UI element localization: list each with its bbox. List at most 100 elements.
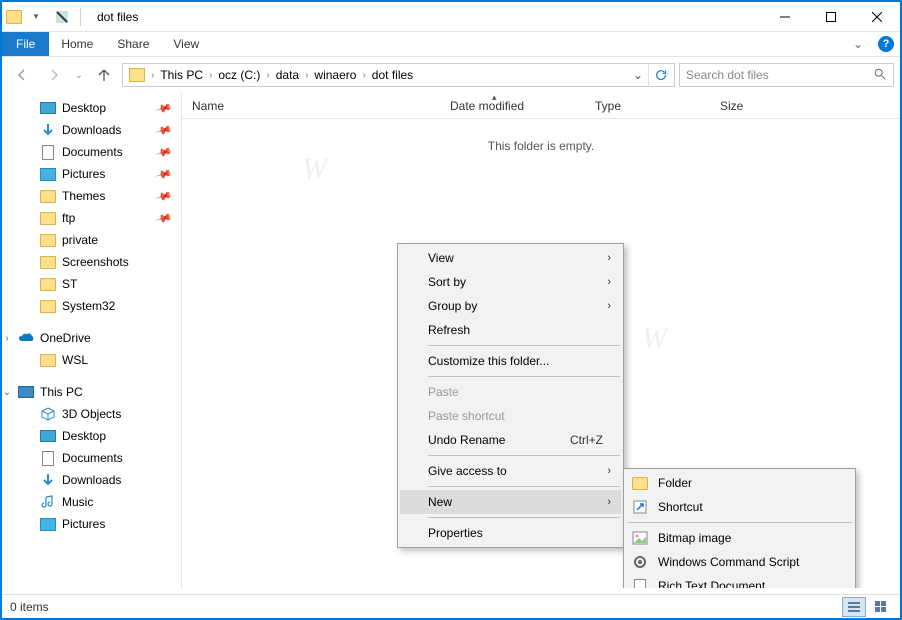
ctx-new[interactable]: New› bbox=[400, 490, 621, 514]
sidebar-item-pictures[interactable]: Pictures📌 bbox=[2, 163, 181, 185]
new-folder[interactable]: Folder bbox=[626, 471, 853, 495]
recent-dropdown[interactable]: ⌄ bbox=[72, 62, 86, 88]
ribbon-expand-icon[interactable]: ⌄ bbox=[844, 32, 872, 56]
address-dropdown[interactable]: ⌄ bbox=[628, 68, 648, 82]
chevron-right-icon[interactable]: › bbox=[360, 70, 367, 81]
pc-icon bbox=[18, 384, 34, 400]
back-button[interactable] bbox=[8, 62, 36, 88]
sidebar-item-3d-objects[interactable]: 3D Objects bbox=[2, 403, 181, 425]
column-type[interactable]: Type bbox=[585, 99, 710, 113]
ctx-customize[interactable]: Customize this folder... bbox=[400, 349, 621, 373]
item-count: 0 items bbox=[10, 600, 49, 614]
address-bar[interactable]: › This PC › ocz (C:) › data › winaero › … bbox=[122, 63, 675, 87]
column-size[interactable]: Size bbox=[710, 99, 810, 113]
sidebar-item-downloads[interactable]: Downloads📌 bbox=[2, 119, 181, 141]
sidebar-item-desktop[interactable]: Desktop📌 bbox=[2, 97, 181, 119]
chevron-right-icon[interactable]: › bbox=[207, 70, 214, 81]
sidebar-item-pictures[interactable]: Pictures bbox=[2, 513, 181, 535]
minimize-button[interactable] bbox=[762, 2, 808, 32]
chevron-down-icon[interactable]: ⌄ bbox=[2, 387, 12, 398]
sidebar-item-screenshots[interactable]: Screenshots bbox=[2, 251, 181, 273]
chevron-right-icon[interactable]: › bbox=[264, 70, 271, 81]
sidebar-item-private[interactable]: private bbox=[2, 229, 181, 251]
ctx-group-by[interactable]: Group by› bbox=[400, 294, 621, 318]
details-view-button[interactable] bbox=[842, 597, 866, 617]
new-rtf[interactable]: Rich Text Document bbox=[626, 574, 853, 588]
ctx-refresh[interactable]: Refresh bbox=[400, 318, 621, 342]
sidebar-this-pc[interactable]: ⌄This PC bbox=[2, 381, 181, 403]
qat-overflow[interactable]: ▾ bbox=[24, 6, 48, 28]
sidebar-item-ftp[interactable]: ftp📌 bbox=[2, 207, 181, 229]
title-bar: ▾ dot files bbox=[2, 2, 900, 32]
sidebar-item-documents[interactable]: Documents bbox=[2, 447, 181, 469]
ctx-paste-shortcut: Paste shortcut bbox=[400, 404, 621, 428]
sidebar-item-documents[interactable]: Documents📌 bbox=[2, 141, 181, 163]
chevron-right-icon[interactable]: › bbox=[2, 333, 12, 344]
breadcrumb[interactable]: dot files bbox=[368, 68, 417, 82]
sidebar-item-st[interactable]: ST bbox=[2, 273, 181, 295]
pin-icon: 📌 bbox=[155, 121, 173, 139]
ctx-undo[interactable]: Undo RenameCtrl+Z bbox=[400, 428, 621, 452]
breadcrumb[interactable]: ocz (C:) bbox=[214, 68, 264, 82]
chevron-right-icon: › bbox=[607, 465, 611, 477]
ctx-give-access[interactable]: Give access to› bbox=[400, 459, 621, 483]
3d-icon bbox=[40, 406, 56, 422]
folder-icon bbox=[40, 210, 56, 226]
file-tab[interactable]: File bbox=[2, 32, 49, 56]
help-icon: ? bbox=[878, 36, 894, 52]
pin-icon: 📌 bbox=[155, 209, 173, 227]
new-cmd[interactable]: Windows Command Script bbox=[626, 550, 853, 574]
navigation-bar: ⌄ › This PC › ocz (C:) › data › winaero … bbox=[2, 57, 900, 93]
tab-home[interactable]: Home bbox=[49, 32, 105, 56]
chevron-right-icon[interactable]: › bbox=[303, 70, 310, 81]
sidebar-wsl[interactable]: WSL bbox=[2, 349, 181, 371]
ctx-sort-by[interactable]: Sort by› bbox=[400, 270, 621, 294]
ctx-paste: Paste bbox=[400, 380, 621, 404]
large-icons-view-button[interactable] bbox=[868, 597, 892, 617]
sort-indicator-icon: ▴ bbox=[492, 93, 497, 103]
folder-icon bbox=[40, 188, 56, 204]
pic-icon bbox=[40, 166, 56, 182]
sidebar-item-system32[interactable]: System32 bbox=[2, 295, 181, 317]
refresh-button[interactable] bbox=[648, 64, 672, 86]
document-icon bbox=[632, 578, 648, 588]
up-button[interactable] bbox=[90, 62, 118, 88]
pin-icon: 📌 bbox=[155, 187, 173, 205]
column-date[interactable]: Date modified bbox=[440, 99, 585, 113]
ctx-view[interactable]: View› bbox=[400, 246, 621, 270]
help-button[interactable]: ? bbox=[872, 32, 900, 56]
forward-button[interactable] bbox=[40, 62, 68, 88]
new-bitmap[interactable]: Bitmap image bbox=[626, 526, 853, 550]
folder-icon bbox=[40, 298, 56, 314]
shortcut-icon bbox=[632, 499, 648, 515]
column-name[interactable]: Name bbox=[182, 99, 440, 113]
folder-icon bbox=[40, 254, 56, 270]
close-button[interactable] bbox=[854, 2, 900, 32]
navigation-pane[interactable]: Desktop📌Downloads📌Documents📌Pictures📌The… bbox=[2, 93, 182, 588]
sidebar-item-music[interactable]: Music bbox=[2, 491, 181, 513]
breadcrumb[interactable]: data bbox=[272, 68, 303, 82]
down-icon bbox=[40, 472, 56, 488]
search-box[interactable] bbox=[679, 63, 894, 87]
chevron-right-icon: › bbox=[607, 496, 611, 508]
sidebar-item-desktop[interactable]: Desktop bbox=[2, 425, 181, 447]
file-list-area[interactable]: ▴ Name Date modified Type Size This fold… bbox=[182, 93, 900, 588]
properties-shortcut-icon[interactable] bbox=[50, 6, 74, 28]
chevron-right-icon[interactable]: › bbox=[149, 70, 156, 81]
sidebar-item-themes[interactable]: Themes📌 bbox=[2, 185, 181, 207]
sidebar-onedrive[interactable]: ›OneDrive bbox=[2, 327, 181, 349]
empty-folder-message: This folder is empty. bbox=[182, 119, 900, 173]
tab-share[interactable]: Share bbox=[105, 32, 161, 56]
breadcrumb[interactable]: This PC bbox=[156, 68, 207, 82]
breadcrumb[interactable]: winaero bbox=[310, 68, 360, 82]
search-input[interactable] bbox=[686, 68, 873, 82]
image-icon bbox=[632, 530, 648, 546]
sidebar-item-downloads[interactable]: Downloads bbox=[2, 469, 181, 491]
music-icon bbox=[40, 494, 56, 510]
search-icon[interactable] bbox=[873, 67, 887, 84]
maximize-button[interactable] bbox=[808, 2, 854, 32]
ctx-properties[interactable]: Properties bbox=[400, 521, 621, 545]
tab-view[interactable]: View bbox=[161, 32, 211, 56]
new-shortcut[interactable]: Shortcut bbox=[626, 495, 853, 519]
ribbon-tabs: File Home Share View ⌄ ? bbox=[2, 32, 900, 57]
